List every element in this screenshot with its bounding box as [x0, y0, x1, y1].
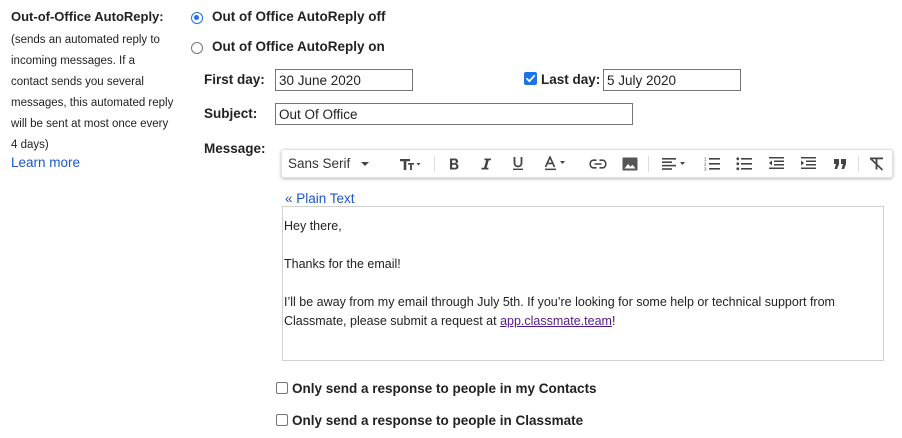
autoreply-description: (sends an automated reply to incoming me…	[11, 30, 187, 156]
underline-button[interactable]	[507, 150, 529, 177]
first-day-input[interactable]	[275, 69, 413, 91]
quote-button[interactable]	[829, 150, 851, 177]
last-day-label: Last day:	[541, 72, 601, 87]
message-body-end: !	[611, 314, 616, 328]
insert-image-button[interactable]	[619, 150, 641, 177]
autoreply-title: Out-of-Office AutoReply:	[11, 9, 164, 24]
formatting-toolbar: Sans Serif 123	[281, 149, 893, 178]
autoreply-off-label[interactable]: Out of Office AutoReply off	[212, 9, 385, 24]
last-day-input[interactable]	[603, 69, 741, 91]
align-icon	[662, 158, 685, 170]
classmate-only-checkbox[interactable]	[276, 414, 288, 426]
autoreply-on-label[interactable]: Out of Office AutoReply on	[212, 39, 385, 54]
link-button[interactable]	[587, 150, 609, 177]
indent-less-button[interactable]	[765, 150, 787, 177]
bold-icon	[450, 158, 459, 169]
font-size-icon	[400, 158, 421, 170]
indent-more-icon	[800, 157, 816, 169]
description-line: will be sent at most once every	[11, 118, 169, 130]
underline-icon	[513, 157, 523, 170]
bulleted-list-icon	[735, 157, 752, 171]
italic-button[interactable]	[475, 150, 497, 177]
font-size-button[interactable]	[392, 150, 428, 177]
classmate-only-label[interactable]: Only send a response to people in Classm…	[292, 413, 583, 428]
classmate-link[interactable]: app.classmate.team	[500, 314, 612, 328]
svg-text:3: 3	[704, 167, 707, 172]
message-greeting: Hey there,	[284, 219, 342, 233]
autoreply-on-radio[interactable]	[191, 42, 203, 54]
autoreply-off-radio[interactable]	[191, 12, 203, 24]
first-day-label: First day:	[204, 72, 265, 87]
description-line: contact sends you several	[11, 76, 144, 88]
message-thanks: Thanks for the email!	[284, 257, 401, 271]
description-line: incoming messages. If a	[11, 55, 136, 67]
message-body: I’ll be away from my email through July …	[284, 293, 883, 331]
message-label: Message:	[204, 141, 266, 156]
description-line: messages, this automated reply	[11, 97, 174, 109]
last-day-checkbox[interactable]	[524, 72, 537, 85]
toolbar-divider	[434, 156, 435, 172]
description-line: (sends an automated reply to	[11, 34, 160, 46]
bulleted-list-button[interactable]	[733, 150, 755, 177]
font-family-label: Sans Serif	[288, 156, 351, 171]
text-color-button[interactable]	[538, 150, 574, 177]
bold-button[interactable]	[443, 150, 465, 177]
plain-text-link[interactable]: « Plain Text	[285, 191, 355, 206]
remove-formatting-button[interactable]	[865, 150, 887, 177]
indent-less-icon	[768, 157, 784, 169]
numbered-list-icon: 123	[704, 157, 720, 172]
text-color-icon	[544, 156, 565, 171]
description-line: 4 days)	[11, 139, 49, 151]
remove-formatting-icon	[869, 157, 883, 171]
checkmark-icon	[526, 74, 536, 83]
learn-more-link[interactable]: Learn more	[11, 155, 80, 170]
font-family-select[interactable]: Sans Serif	[288, 150, 380, 177]
toolbar-divider	[858, 156, 859, 172]
quote-icon	[834, 158, 846, 169]
toolbar-divider	[648, 156, 649, 172]
image-icon	[622, 157, 638, 170]
align-button[interactable]	[656, 150, 692, 177]
subject-label: Subject:	[204, 106, 258, 121]
contacts-only-label[interactable]: Only send a response to people in my Con…	[292, 381, 597, 396]
link-icon	[589, 158, 607, 169]
contacts-only-checkbox[interactable]	[276, 382, 288, 394]
numbered-list-button[interactable]: 123	[701, 150, 723, 177]
chevron-down-icon	[361, 161, 370, 166]
italic-icon	[481, 158, 491, 169]
indent-more-button[interactable]	[797, 150, 819, 177]
subject-input[interactable]	[275, 103, 633, 125]
message-editor[interactable]: Hey there, Thanks for the email! I’ll be…	[282, 206, 884, 361]
